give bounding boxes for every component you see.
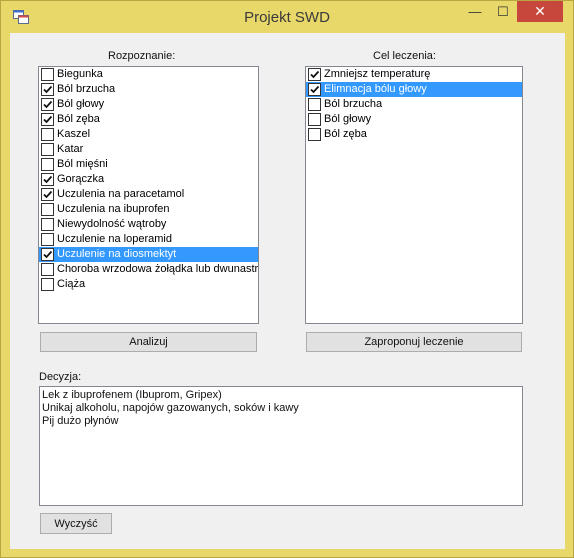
list-item-label: Biegunka — [57, 68, 103, 80]
propose-treatment-button[interactable]: Zaproponuj leczenie — [306, 332, 522, 352]
checkbox-checked[interactable] — [308, 83, 321, 96]
checkbox-checked[interactable] — [41, 98, 54, 111]
list-item-label: Ciąża — [57, 278, 86, 290]
list-item[interactable]: Ciąża — [39, 277, 258, 292]
decision-line: Pij dużo płynów — [42, 415, 119, 427]
list-item[interactable]: Ból brzucha — [39, 82, 258, 97]
checkbox-unchecked[interactable] — [41, 233, 54, 246]
title-bar[interactable]: Projekt SWD — ☐ ✕ — [1, 1, 573, 33]
minimize-icon: — — [468, 4, 482, 19]
list-item-label: Ból zęba — [57, 113, 100, 125]
list-item-label: Ból głowy — [57, 98, 105, 110]
list-item[interactable]: Ból brzucha — [306, 97, 522, 112]
diagnosis-checklist[interactable]: Biegunka Ból brzucha Ból głowy Ból zęba Kasz… — [38, 66, 259, 324]
checkbox-unchecked[interactable] — [41, 128, 54, 141]
app-window: Projekt SWD — ☐ ✕ Rozpoznanie: Biegunka B… — [0, 0, 574, 558]
client-area: Rozpoznanie: Biegunka Ból brzucha Ból głow… — [10, 33, 565, 549]
list-item-label: Niewydolność wątroby — [57, 218, 167, 230]
list-item[interactable]: Uczulenia na ibuprofen — [39, 202, 258, 217]
checkbox-unchecked[interactable] — [41, 278, 54, 291]
checkbox-unchecked[interactable] — [308, 98, 321, 111]
list-item[interactable]: Uczulenia na paracetamol — [39, 187, 258, 202]
checkbox-unchecked[interactable] — [41, 68, 54, 81]
checkbox-unchecked[interactable] — [41, 143, 54, 156]
decision-line: Unikaj alkoholu, napojów gazowanych, sok… — [42, 402, 299, 414]
checkbox-unchecked[interactable] — [41, 203, 54, 216]
list-item[interactable]: Gorączka — [39, 172, 258, 187]
checkbox-checked[interactable] — [308, 68, 321, 81]
list-item[interactable]: Katar — [39, 142, 258, 157]
close-icon: ✕ — [534, 3, 546, 19]
checkbox-unchecked[interactable] — [41, 263, 54, 276]
list-item[interactable]: Ból mięśni — [39, 157, 258, 172]
list-item[interactable]: Choroba wrzodowa żołądka lub dwunastr — [39, 262, 258, 277]
list-item-label: Ból zęba — [324, 128, 367, 140]
list-item-label: Ból brzucha — [324, 98, 383, 110]
list-item-label: Choroba wrzodowa żołądka lub dwunastr — [57, 263, 259, 275]
checkbox-checked[interactable] — [41, 113, 54, 126]
list-item-label: Kaszel — [57, 128, 91, 140]
checkbox-unchecked[interactable] — [308, 128, 321, 141]
minimize-button[interactable]: — — [461, 1, 489, 22]
list-item-label: Ból głowy — [324, 113, 372, 125]
checkbox-checked[interactable] — [41, 188, 54, 201]
list-item[interactable]: Ból głowy — [39, 97, 258, 112]
list-item-label: Elimnacja bólu głowy — [324, 83, 427, 95]
checkbox-unchecked[interactable] — [308, 113, 321, 126]
list-item-label: Katar — [57, 143, 84, 155]
list-item[interactable]: Ból głowy — [306, 112, 522, 127]
checkbox-unchecked[interactable] — [41, 158, 54, 171]
analyze-button[interactable]: Analizuj — [40, 332, 257, 352]
checkbox-checked[interactable] — [41, 173, 54, 186]
list-item[interactable]: Ból zęba — [39, 112, 258, 127]
list-item[interactable]: Zmniejsz temperaturę — [306, 67, 522, 82]
list-item-label: Ból mięśni — [57, 158, 108, 170]
list-item-label: Zmniejsz temperaturę — [324, 68, 431, 80]
checkbox-checked[interactable] — [41, 83, 54, 96]
list-item-label: Uczulenie na diosmektyt — [57, 248, 177, 260]
list-item-label: Uczulenia na paracetamol — [57, 188, 185, 200]
decision-line: Lek z ibuprofenem (Ibuprom, Gripex) — [42, 389, 222, 401]
list-item[interactable]: Uczulenie na loperamid — [39, 232, 258, 247]
maximize-button[interactable]: ☐ — [489, 1, 517, 22]
decision-label: Decyzja: — [39, 371, 82, 383]
list-item-label: Uczulenie na loperamid — [57, 233, 172, 245]
list-item-label: Uczulenia na ibuprofen — [57, 203, 170, 215]
list-item[interactable]: Elimnacja bólu głowy — [306, 82, 522, 97]
list-item[interactable]: Niewydolność wątroby — [39, 217, 258, 232]
treatment-checklist[interactable]: Zmniejsz temperaturę Elimnacja bólu głowy… — [305, 66, 523, 324]
list-item[interactable]: Kaszel — [39, 127, 258, 142]
close-button[interactable]: ✕ — [517, 1, 563, 22]
diagnosis-label: Rozpoznanie: — [108, 50, 176, 62]
checkbox-checked[interactable] — [41, 248, 54, 261]
checkbox-unchecked[interactable] — [41, 218, 54, 231]
list-item[interactable]: Uczulenie na diosmektyt — [39, 247, 258, 262]
decision-textarea[interactable]: Lek z ibuprofenem (Ibuprom, Gripex) Unika… — [39, 386, 523, 506]
maximize-icon: ☐ — [497, 4, 509, 19]
list-item-label: Gorączka — [57, 173, 105, 185]
list-item-label: Ból brzucha — [57, 83, 116, 95]
list-item[interactable]: Biegunka — [39, 67, 258, 82]
list-item[interactable]: Ból zęba — [306, 127, 522, 142]
clear-button[interactable]: Wyczyść — [40, 513, 112, 534]
treatment-label: Cel leczenia: — [373, 50, 436, 62]
